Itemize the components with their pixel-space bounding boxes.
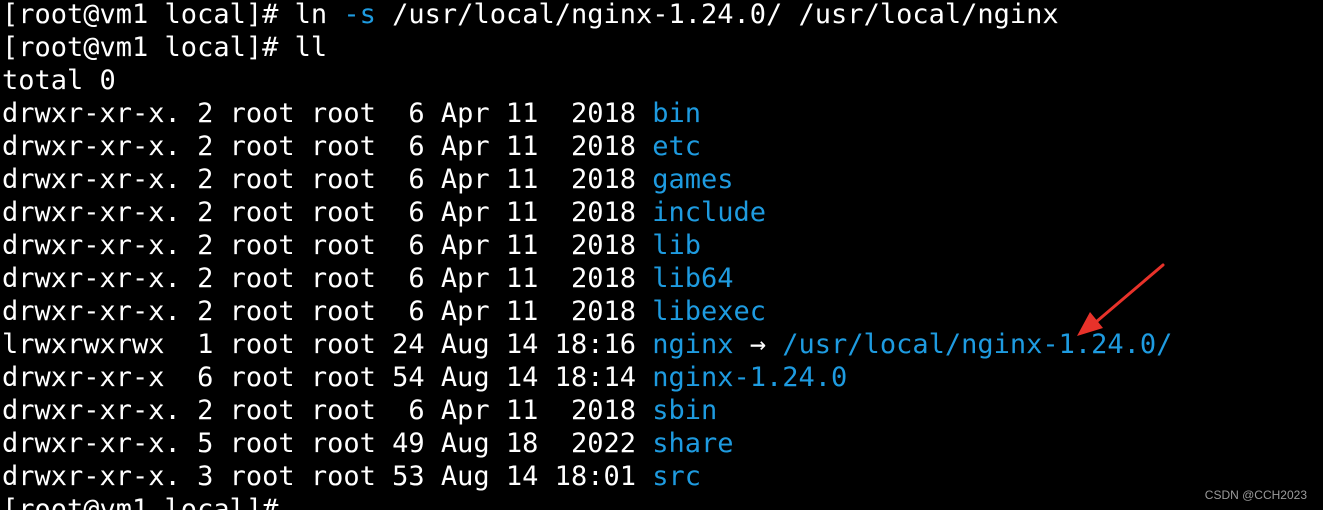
directory-name: nginx-1.24.0 [652, 362, 848, 393]
file-meta: lrwxrwxrwx 1 root root 24 Aug 14 18:16 [2, 329, 653, 360]
directory-name: games [652, 164, 734, 195]
directory-name: lib [652, 230, 701, 261]
listing-row: drwxr-xr-x. 2 root root 6 Apr 11 2018 li… [2, 229, 1323, 262]
command-option: -s [343, 0, 376, 30]
file-meta: drwxr-xr-x. 2 root root 6 Apr 11 2018 [2, 230, 653, 261]
listing-row: drwxr-xr-x. 2 root root 6 Apr 11 2018 sb… [2, 394, 1323, 427]
listing-row: drwxr-xr-x. 2 root root 6 Apr 11 2018 li… [2, 262, 1323, 295]
listing-row: drwxr-xr-x. 2 root root 6 Apr 11 2018 li… [2, 295, 1323, 328]
symlink-name: nginx [652, 329, 734, 360]
listing-row: drwxr-xr-x. 5 root root 49 Aug 18 2022 s… [2, 427, 1323, 460]
file-meta: drwxr-xr-x 6 root root 54 Aug 14 18:14 [2, 362, 653, 393]
command-name: ll [294, 32, 328, 63]
shell-prompt: [root@vm1 local]# [2, 0, 295, 30]
file-meta: drwxr-xr-x. 2 root root 6 Apr 11 2018 [2, 395, 653, 426]
listing-row: drwxr-xr-x. 2 root root 6 Apr 11 2018 et… [2, 130, 1323, 163]
file-meta: drwxr-xr-x. 2 root root 6 Apr 11 2018 [2, 131, 653, 162]
file-meta: drwxr-xr-x. 2 root root 6 Apr 11 2018 [2, 197, 653, 228]
listing-row: drwxr-xr-x 6 root root 54 Aug 14 18:14 n… [2, 361, 1323, 394]
listing-row-symlink: lrwxrwxrwx 1 root root 24 Aug 14 18:16 n… [2, 328, 1323, 361]
directory-name: libexec [652, 296, 767, 327]
directory-name: sbin [652, 395, 718, 426]
shell-prompt: [root@vm1 local]# [2, 494, 279, 510]
command-line: [root@vm1 local]# ll [2, 31, 1323, 64]
listing-row: drwxr-xr-x. 2 root root 6 Apr 11 2018 ga… [2, 163, 1323, 196]
listing-row: drwxr-xr-x. 2 root root 6 Apr 11 2018 bi… [2, 97, 1323, 130]
command-line: [root@vm1 local]# ln -s /usr/local/nginx… [2, 0, 1323, 31]
listing-row: drwxr-xr-x. 3 root root 53 Aug 14 18:01 … [2, 460, 1323, 493]
watermark: CSDN @CCH2023 [1204, 488, 1307, 502]
symlink-arrow-icon: → [733, 329, 783, 360]
symlink-target: /usr/local/nginx-1.24.0/ [782, 329, 1173, 360]
directory-name: include [652, 197, 767, 228]
file-meta: drwxr-xr-x. 2 root root 6 Apr 11 2018 [2, 98, 653, 129]
file-meta: drwxr-xr-x. 5 root root 49 Aug 18 2022 [2, 428, 653, 459]
directory-name: lib64 [652, 263, 734, 294]
command-name: ln [294, 0, 344, 30]
command-args: /usr/local/nginx-1.24.0/ /usr/local/ngin… [375, 0, 1059, 30]
output-total: total 0 [2, 65, 116, 96]
directory-name: bin [652, 98, 701, 129]
directory-name: etc [652, 131, 701, 162]
listing-row: drwxr-xr-x. 2 root root 6 Apr 11 2018 in… [2, 196, 1323, 229]
shell-prompt: [root@vm1 local]# [2, 32, 295, 63]
file-meta: drwxr-xr-x. 2 root root 6 Apr 11 2018 [2, 164, 653, 195]
command-line: [root@vm1 local]# [2, 493, 1323, 510]
terminal-output[interactable]: [root@vm1 local]# ln -s /usr/local/nginx… [2, 0, 1323, 510]
file-meta: drwxr-xr-x. 3 root root 53 Aug 14 18:01 [2, 461, 653, 492]
directory-name: src [652, 461, 701, 492]
directory-name: share [652, 428, 734, 459]
file-meta: drwxr-xr-x. 2 root root 6 Apr 11 2018 [2, 263, 653, 294]
file-meta: drwxr-xr-x. 2 root root 6 Apr 11 2018 [2, 296, 653, 327]
